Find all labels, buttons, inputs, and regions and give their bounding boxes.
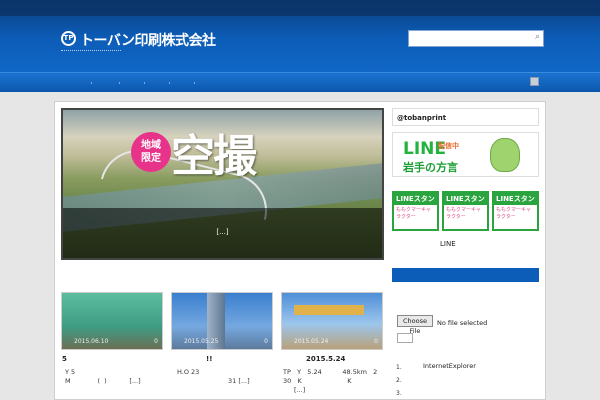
stamp-banner[interactable]: LINEスタンプ ももクマーキャラクター <box>492 191 539 231</box>
stamp-head: LINEスタンプ <box>394 193 437 213</box>
nav-item[interactable]: · <box>118 79 121 89</box>
featured-slider[interactable]: 地域 限定 空撮 [...] <box>61 108 384 260</box>
sign-graphic <box>294 305 364 315</box>
nav-item[interactable]: · <box>193 79 196 89</box>
rss-icon[interactable] <box>530 77 539 86</box>
post-date: 2015.05.24 <box>294 338 329 345</box>
post-title[interactable]: !! <box>206 355 212 363</box>
stamp-banner[interactable]: LINEスタンプ ももクマーキャラクター <box>442 191 489 231</box>
line-subtitle: 岩手の方言 <box>403 161 458 174</box>
list-number: 1. <box>396 364 402 371</box>
sidebar-heading-bar <box>392 268 539 282</box>
post-excerpt: 31 [...] <box>228 377 250 385</box>
company-name[interactable]: トーバン印刷株式会社 <box>80 30 216 50</box>
slider-caption[interactable]: [...] <box>63 208 382 258</box>
ie-notice: InternetExplorer <box>423 362 476 370</box>
line-banner[interactable]: LINE 配信中 岩手の方言 <box>392 132 539 177</box>
comment-count: 0 <box>264 338 268 345</box>
nav-item[interactable]: · <box>90 79 93 89</box>
post-title[interactable]: 2015.5.24 <box>306 355 345 363</box>
stamp-sub: ももクマーキャラクター <box>396 207 432 220</box>
post-title[interactable]: 5 <box>62 355 67 363</box>
slider-more-link[interactable]: [...] <box>216 228 228 236</box>
nav-item[interactable]: · <box>168 79 171 89</box>
stamp-banner[interactable]: LINEスタンプ ももクマーキャラクター <box>392 191 439 231</box>
frog-icon <box>490 138 520 172</box>
slider-title: 空撮 <box>171 131 257 182</box>
nav-item[interactable]: · <box>143 79 146 89</box>
choose-file-button[interactable]: Choose File <box>397 315 433 335</box>
read-more-link[interactable]: [...] <box>294 386 305 394</box>
list-number: 2. <box>396 377 402 384</box>
stamp-banners: LINEスタンプ ももクマーキャラクター LINEスタンプ ももクマーキャラクタ… <box>392 191 539 231</box>
post-excerpt: 30 K K <box>283 377 352 385</box>
list-number: 3. <box>396 390 402 397</box>
post-thumbnail[interactable]: 2015.06.10 0 <box>61 292 163 350</box>
line-tag: 配信中 <box>438 142 459 150</box>
post-thumbnail[interactable]: 2015.05.25 0 <box>171 292 273 350</box>
post-date: 2015.06.10 <box>74 338 109 345</box>
post-thumbnail[interactable]: 2015.05.24 0 <box>281 292 383 350</box>
logo-icon[interactable]: TP <box>61 31 76 46</box>
line-caption: LINE <box>440 240 456 248</box>
post-excerpt: M ( ) [...] <box>65 377 141 385</box>
post-date: 2015.05.25 <box>184 338 219 345</box>
search-input[interactable]: ⌕ <box>408 30 544 47</box>
stamp-sub: ももクマーキャラクター <box>446 207 482 220</box>
main-nav: · · · · · <box>0 72 600 92</box>
top-strip <box>0 0 600 16</box>
limited-badge: 地域 限定 <box>131 132 171 172</box>
post-excerpt: Y 5 <box>65 368 76 376</box>
small-input[interactable] <box>397 333 413 343</box>
stamp-sub: ももクマーキャラクター <box>496 207 532 220</box>
stamp-head: LINEスタンプ <box>494 193 537 213</box>
comment-count: 0 <box>374 338 378 345</box>
twitter-handle[interactable]: @tobanprint <box>392 108 539 126</box>
post-excerpt: TP Y 5.24 48.5km 2 <box>283 368 378 376</box>
search-icon[interactable]: ⌕ <box>535 32 540 42</box>
file-status: No file selected <box>437 319 488 327</box>
stamp-head: LINEスタンプ <box>444 193 487 213</box>
tagline <box>61 50 121 53</box>
post-excerpt: H.O 23 <box>177 368 200 376</box>
comment-count: 0 <box>154 338 158 345</box>
